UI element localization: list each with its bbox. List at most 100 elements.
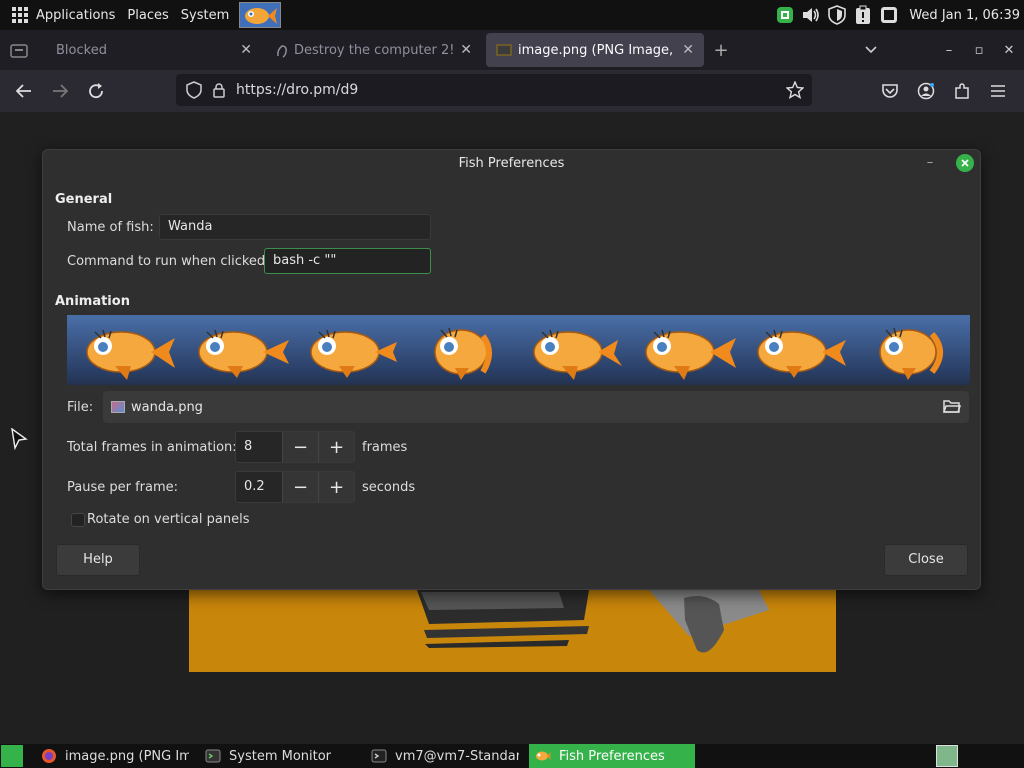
places-menu[interactable]: Places [121, 0, 174, 30]
window-list-icon[interactable] [879, 5, 899, 25]
name-label: Name of fish: [67, 220, 154, 235]
fish-applet-icon[interactable] [239, 2, 282, 28]
tab-overview-icon[interactable] [0, 30, 38, 70]
file-name: wanda.png [131, 399, 203, 415]
fish-frame-2 [198, 329, 289, 378]
back-icon[interactable] [6, 73, 42, 109]
tab-close-icon[interactable]: ✕ [460, 42, 472, 58]
taskbar-item-label: vm7@vm7-Standar... [395, 748, 519, 764]
tab-title: image.png (PNG Image, 64 [518, 42, 676, 58]
system-menu[interactable]: System [175, 0, 235, 30]
menu-hamburger-icon[interactable] [980, 73, 1016, 109]
folder-open-icon[interactable] [943, 398, 961, 414]
apps-grid-icon [12, 7, 28, 23]
tab-image-png[interactable]: image.png (PNG Image, 64 ✕ [486, 33, 704, 67]
minimize-icon[interactable]: – [934, 43, 964, 58]
pause-unit: seconds [362, 480, 416, 495]
command-label: Command to run when clicked: [67, 254, 270, 269]
firefox-icon [41, 748, 57, 764]
maximize-icon[interactable]: ▫ [964, 43, 994, 58]
bottom-panel: image.png (PNG Im... System Monitor vm7@… [0, 744, 1024, 768]
taskbar-item-fish-preferences[interactable]: Fish Preferences [529, 744, 695, 768]
tab-destroy-computer[interactable]: Destroy the computer 2! on ✕ [266, 33, 482, 67]
applications-menu[interactable]: Applications [0, 0, 121, 30]
tab-close-icon[interactable]: ✕ [240, 42, 252, 58]
show-desktop-button[interactable] [1, 745, 23, 767]
dialog-minimize-icon[interactable]: – [922, 156, 938, 172]
fish-frame-7 [757, 329, 847, 378]
extensions-icon[interactable] [944, 73, 980, 109]
dialog-titlebar[interactable]: Fish Preferences – [43, 150, 980, 178]
reload-icon[interactable] [78, 73, 114, 109]
dialog-title: Fish Preferences [458, 156, 565, 171]
network-icon[interactable] [775, 5, 795, 25]
applications-menu-label: Applications [36, 7, 116, 23]
frames-increment-button[interactable]: + [318, 432, 354, 462]
pause-increment-button[interactable]: + [318, 472, 354, 502]
fish-frame-8 [879, 327, 944, 380]
file-label: File: [67, 400, 94, 415]
fish-frame-4 [433, 327, 492, 380]
fish-frame-3 [309, 329, 397, 378]
pause-input[interactable]: 0.2 [236, 472, 282, 502]
mouse-cursor [10, 428, 28, 450]
command-input[interactable]: bash -c "" [264, 248, 431, 274]
pocket-icon[interactable] [872, 73, 908, 109]
frames-input[interactable]: 8 [236, 432, 282, 462]
account-icon[interactable] [908, 73, 944, 109]
fish-preferences-dialog: Fish Preferences – General Name of fish:… [42, 149, 981, 590]
new-tab-icon[interactable]: + [706, 40, 736, 61]
bookmark-star-icon[interactable] [786, 81, 804, 99]
tab-bar: Blocked ✕ Destroy the computer 2! on ✕ i… [0, 30, 1024, 70]
toolbar-right [872, 73, 1016, 109]
pause-decrement-button[interactable]: − [282, 472, 318, 502]
help-button[interactable]: Help [56, 544, 140, 576]
system-tray: Wed Jan 1, 06:39 [775, 0, 1024, 30]
shield-icon[interactable] [186, 81, 202, 99]
taskbar-item-terminal[interactable]: vm7@vm7-Standar... [365, 744, 525, 768]
taskbar-item-label: Fish Preferences [559, 748, 665, 764]
taskbar-item-system-monitor[interactable]: System Monitor [199, 744, 361, 768]
dialog-close-icon[interactable] [956, 154, 974, 172]
terminal-icon [371, 748, 387, 764]
list-all-tabs-icon[interactable] [864, 45, 894, 55]
rotate-label[interactable]: Rotate on vertical panels [87, 512, 249, 527]
taskbar-item-label: System Monitor [229, 748, 332, 764]
close-window-icon[interactable]: ✕ [994, 43, 1024, 58]
fish-frame-1 [86, 329, 175, 380]
system-menu-label: System [180, 7, 230, 23]
fish-icon [535, 748, 551, 764]
fish-frame-5 [533, 329, 623, 380]
name-input[interactable]: Wanda [159, 214, 431, 240]
shield-icon[interactable] [827, 5, 847, 25]
animation-preview [67, 315, 970, 385]
general-heading: General [55, 192, 113, 207]
url-bar[interactable]: https://dro.pm/d9 [176, 74, 812, 106]
url-text[interactable]: https://dro.pm/d9 [236, 82, 358, 98]
fingerprint-icon [276, 42, 288, 58]
file-chooser[interactable]: wanda.png [103, 391, 969, 423]
volume-icon[interactable] [801, 5, 821, 25]
pause-label: Pause per frame: [67, 480, 179, 495]
page-image [189, 590, 836, 672]
tab-close-icon[interactable]: ✕ [682, 42, 694, 58]
taskbar-item-firefox[interactable]: image.png (PNG Im... [35, 744, 195, 768]
close-button[interactable]: Close [884, 544, 968, 576]
workspace-switcher[interactable] [936, 745, 958, 767]
lock-icon[interactable] [212, 82, 226, 98]
tab-blocked[interactable]: Blocked ✕ [40, 33, 262, 67]
tab-title: Blocked [56, 42, 107, 58]
frames-decrement-button[interactable]: − [282, 432, 318, 462]
pause-spinner: 0.2 − + [235, 471, 355, 503]
rotate-checkbox[interactable] [71, 513, 85, 527]
fish-frame-6 [645, 329, 737, 380]
forward-icon[interactable] [42, 73, 78, 109]
update-clipboard-icon[interactable] [853, 5, 873, 25]
browser-window: Blocked ✕ Destroy the computer 2! on ✕ i… [0, 30, 1024, 112]
taskbar-item-label: image.png (PNG Im... [65, 748, 189, 764]
terminal-icon [205, 748, 221, 764]
frames-label: Total frames in animation: [67, 440, 237, 455]
nav-bar: https://dro.pm/d9 [0, 70, 1024, 112]
clock[interactable]: Wed Jan 1, 06:39 [909, 8, 1020, 23]
top-panel: Applications Places System Wed Jan 1, 06… [0, 0, 1024, 30]
